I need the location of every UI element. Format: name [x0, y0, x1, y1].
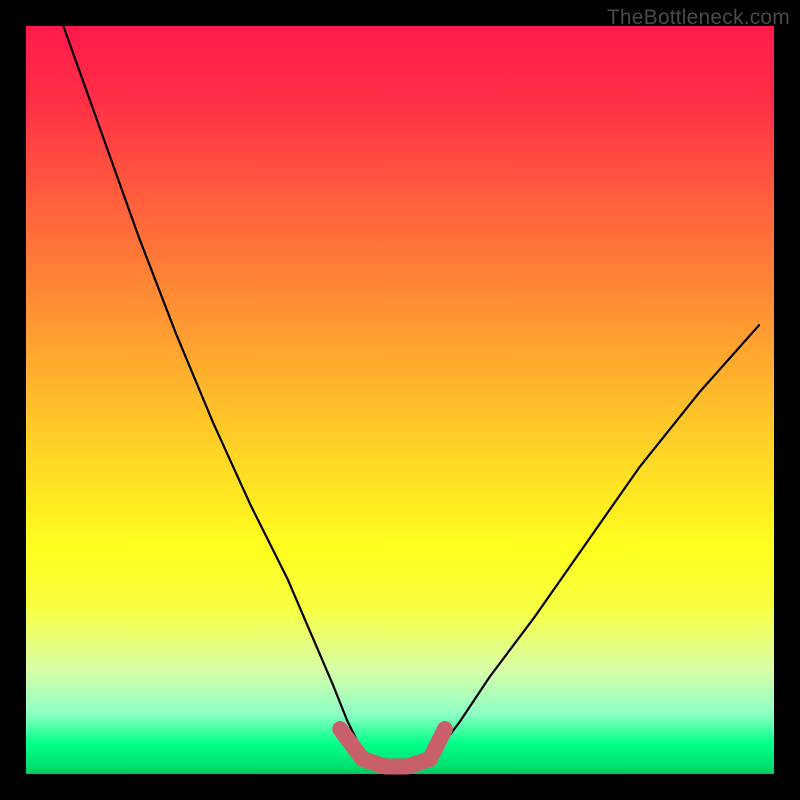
watermark-text: TheBottleneck.com	[607, 6, 790, 30]
plot-area	[26, 26, 774, 774]
chart-svg	[26, 26, 774, 774]
flat-segment-line	[340, 729, 445, 766]
curve-line	[63, 26, 759, 767]
stage: TheBottleneck.com	[0, 0, 800, 800]
